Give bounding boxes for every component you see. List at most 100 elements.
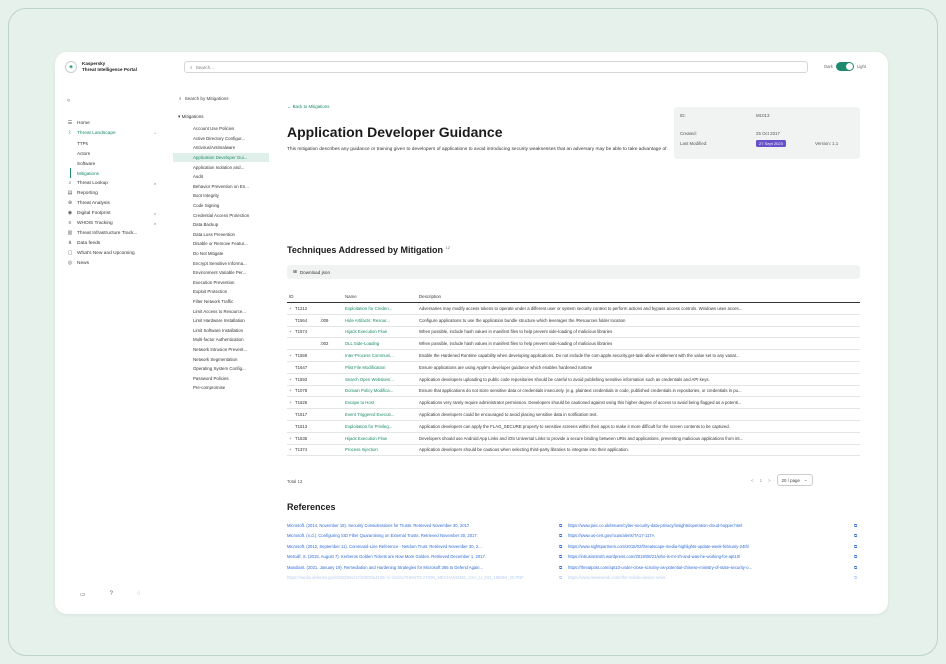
technique-name-link[interactable]: Hide Artifacts: Resour...	[345, 318, 419, 323]
reference-url-link[interactable]: https://www.us-cert.gov/ncas/alerts/TA17…	[568, 533, 854, 538]
technique-name-link[interactable]: Exploitation for Privileg...	[345, 424, 419, 429]
external-link-icon[interactable]: ⧉	[854, 523, 857, 528]
column-id[interactable]: ID	[287, 294, 345, 299]
mitigations-tree-header[interactable]: ▾ Mitigations	[178, 114, 204, 120]
mitigation-list-item[interactable]: Operating System Config...	[173, 364, 269, 374]
technique-name-link[interactable]: Domain Policy Modifica...	[345, 388, 419, 393]
sidebar-item-digital-footprint[interactable]: ◉ Digital Footprint v	[55, 208, 170, 218]
column-description[interactable]: Description	[419, 294, 860, 299]
sidebar-item-whats-new[interactable]: ▢ What's New and Upcoming	[55, 248, 170, 258]
sidebar-subitem-software[interactable]: Software	[55, 158, 170, 168]
reference-url-link[interactable]: https://www.newsweek.com/dhs-mobile-devi…	[568, 575, 854, 580]
sidebar-subitem-mitigations[interactable]: Mitigations	[55, 168, 170, 178]
mitigation-list-item[interactable]: Credential Access Protection	[173, 210, 269, 220]
mitigation-list-item[interactable]: Data Loss Prevention	[173, 230, 269, 240]
external-link-icon[interactable]: ⧉	[854, 544, 857, 549]
brand[interactable]: ◈ Kaspersky Threat Intelligence Portal	[55, 61, 177, 73]
table-row[interactable]: .002 DLL Side-Loading When possible, inclu…	[287, 338, 860, 351]
technique-name-link[interactable]: Escape to Host	[345, 400, 419, 405]
prev-page-button[interactable]: <	[751, 478, 754, 483]
mitigation-list-item[interactable]: Data Backup	[173, 220, 269, 230]
mitigation-list-item[interactable]: Antivirus/Antimalware	[173, 143, 269, 153]
mitigation-list-item[interactable]: Disable or Remove Featur...	[173, 239, 269, 249]
mitigation-list-item[interactable]: Exploit Protection	[173, 287, 269, 297]
reference-url-link[interactable]: https://www.sighttpartners.com/2015/02/t…	[568, 544, 854, 549]
theme-switch[interactable]: Dark Light	[824, 62, 866, 71]
sidebar-item-news[interactable]: ◎ News	[55, 258, 170, 268]
reference-url-link[interactable]: https://threatpost.com/apt10-under-close…	[568, 565, 854, 570]
mitigation-list-item[interactable]: Limit Access to Resource...	[173, 306, 269, 316]
mitigation-list-item[interactable]: Network Intrusion Prevent...	[173, 345, 269, 355]
mitigation-list-item[interactable]: Limit Software Installation	[173, 325, 269, 335]
sidebar-subitem-actors[interactable]: Actors	[55, 148, 170, 158]
sidebar-item-threat-infrastructure[interactable]: ▥ Threat Infrastructure Track...	[55, 228, 170, 238]
back-to-mitigations-link[interactable]: ← Back to Mitigations	[287, 104, 329, 109]
table-row[interactable]: + T1078 Domain Policy Modifica... Ensure th…	[287, 386, 860, 398]
table-row[interactable]: + T1574 Hijack Execution Flow When possible…	[287, 327, 860, 339]
sidebar-item-data-feeds[interactable]: ⋔ Data feeds	[55, 238, 170, 248]
download-json-button[interactable]: ⊞ Download json	[287, 265, 860, 279]
next-page-button[interactable]: >	[768, 478, 771, 483]
technique-name-link[interactable]: DLL Side-Loading	[345, 341, 419, 346]
technique-name-link[interactable]: Hijack Execution Flow	[345, 436, 419, 441]
technique-name-link[interactable]: Event Triggered Executi...	[345, 412, 419, 417]
mitigation-list-item[interactable]: Network Segmentation	[173, 354, 269, 364]
sidebar-subitem-ttps[interactable]: TTPs	[55, 138, 170, 148]
table-row[interactable]: + T1212 Exploitation for Creden... Adversar…	[287, 303, 860, 315]
reference-citation-link[interactable]: Microsoft. (n.d.). Configuring SID Filte…	[287, 533, 559, 538]
mitigation-list-item[interactable]: Boot Integrity	[173, 191, 269, 201]
mitigation-list-item[interactable]: Multi-factor Authentication	[173, 335, 269, 345]
sidebar-item-reporting[interactable]: ▤ Reporting	[55, 188, 170, 198]
mitigation-list-item[interactable]: Account Use Policies	[173, 124, 269, 134]
sidebar-item-threat-landscape[interactable]: ⌇ Threat Landscape ^	[55, 128, 170, 138]
external-link-icon[interactable]: ⧉	[854, 554, 857, 559]
reference-citation-link[interactable]: https://media.defense.gov/2020/Dec/17/20…	[287, 575, 559, 580]
table-row[interactable]: T1513 Exploitation for Privileg... Applica…	[287, 421, 860, 433]
mitigation-list-item[interactable]: Audit	[173, 172, 269, 182]
collapse-sidebar-icon[interactable]: «	[67, 98, 70, 104]
table-row[interactable]: + T1374 Process Injection Application devel…	[287, 445, 860, 457]
help-icon[interactable]: ?	[110, 591, 113, 598]
reference-url-link[interactable]: https://intrusiontruth.wordpress.com/201…	[568, 554, 854, 559]
mitigation-list-item[interactable]: Filter Network Traffic	[173, 297, 269, 307]
external-link-icon[interactable]: ⧉	[854, 533, 857, 538]
page-size-select[interactable]: 20 / page ⌄	[776, 474, 813, 486]
table-row[interactable]: + T1626 Escape to Host Applications very ra…	[287, 397, 860, 410]
global-search-input[interactable]: ⌕ Search...	[184, 61, 808, 73]
technique-name-link[interactable]: Search Open Websites/...	[345, 377, 419, 382]
reference-url-link[interactable]: https://www.pwc.co.uk/issues/cyber-secur…	[568, 523, 854, 528]
table-row[interactable]: T1564 .009 Hide Artifacts: Resour... Config…	[287, 315, 860, 327]
column-name[interactable]: Name	[345, 294, 419, 299]
table-row[interactable]: + T1593 Search Open Websites/... Applicatio…	[287, 374, 860, 386]
sidebar-item-whois-tracking[interactable]: ≡ WHOIS Tracking v	[55, 218, 170, 228]
mitigation-list-item[interactable]: Encrypt Sensitive Informa...	[173, 258, 269, 268]
mitigation-list-item[interactable]: Execution Prevention	[173, 278, 269, 288]
reference-citation-link[interactable]: Microsoft. (2012, September 11). Command…	[287, 544, 559, 549]
external-link-icon[interactable]: ⧉	[854, 565, 857, 570]
mitigation-list-item[interactable]: Pre-compromise	[173, 383, 269, 393]
sidebar-item-home[interactable]: ☰ Home	[55, 118, 170, 128]
technique-name-link[interactable]: Process Injection	[345, 447, 419, 452]
table-row[interactable]: T1517 Event Triggered Executi... Applicati…	[287, 409, 860, 421]
table-row[interactable]: + T1635 Hijack Execution Flow Developers sh…	[287, 433, 860, 445]
external-link-icon[interactable]: ⧉	[854, 575, 857, 580]
mitigations-search-input[interactable]: ⌕ Search by Mitigations	[179, 96, 229, 101]
mitigation-list-item[interactable]: Behavior Prevention on En...	[173, 182, 269, 192]
technique-name-link[interactable]: Inter-Process Communi...	[345, 353, 419, 358]
sidebar-item-threat-analysis[interactable]: ⊕ Threat Analysis	[55, 198, 170, 208]
mitigation-list-item[interactable]: Application Isolation and...	[173, 162, 269, 172]
mitigation-list-item[interactable]: Active Directory Configur...	[173, 134, 269, 144]
mitigation-list-item[interactable]: Do Not Mitigate	[173, 249, 269, 259]
theme-toggle[interactable]	[835, 62, 854, 71]
mitigation-list-item[interactable]: Limit Hardware Installation	[173, 316, 269, 326]
reference-citation-link[interactable]: Mandiant. (2021, January 19). Remediatio…	[287, 565, 559, 570]
mitigation-list-item[interactable]: Environment Variable Per...	[173, 268, 269, 278]
profile-icon[interactable]: ◌	[137, 591, 141, 598]
mitigation-list-item[interactable]: Code Signing	[173, 201, 269, 211]
mitigation-list-item[interactable]: Password Policies	[173, 373, 269, 383]
table-row[interactable]: + T1559 Inter-Process Communi... Enable the…	[287, 350, 860, 362]
technique-name-link[interactable]: Hijack Execution Flow	[345, 329, 419, 334]
table-row[interactable]: T1647 Plist File Modification Ensure appli…	[287, 362, 860, 374]
page-1-button[interactable]: 1	[760, 478, 762, 483]
reference-citation-link[interactable]: Microsoft. (2014, November 19). Security…	[287, 523, 559, 528]
